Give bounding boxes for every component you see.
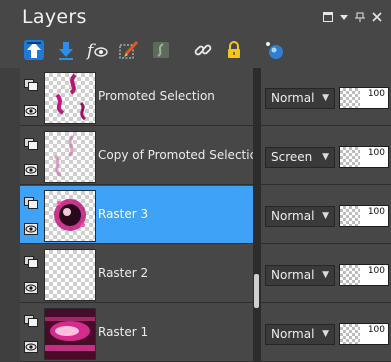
blend-mode-value: Screen bbox=[271, 150, 313, 164]
layer-thumbnail bbox=[44, 308, 96, 360]
edit-selection-icon[interactable] bbox=[116, 37, 142, 63]
layer-row[interactable]: Copy of Promoted Selectic bbox=[20, 127, 253, 185]
menu-dropdown-icon[interactable] bbox=[340, 12, 348, 25]
opacity-value: 100 bbox=[367, 89, 385, 99]
chevron-down-icon: ▼ bbox=[322, 93, 329, 103]
layer-group-icon[interactable] bbox=[24, 312, 38, 327]
visibility-eye-icon[interactable] bbox=[24, 161, 38, 176]
opacity-value: 100 bbox=[367, 266, 385, 276]
blend-mode-dropdown[interactable]: Normal ▼ bbox=[265, 206, 335, 227]
layer-thumbnail bbox=[44, 249, 96, 301]
layer-thumbnail bbox=[44, 190, 96, 242]
opacity-preview bbox=[340, 265, 360, 285]
pin-icon[interactable] bbox=[355, 12, 365, 25]
layer-name: Copy of Promoted Selectic bbox=[98, 148, 253, 162]
move-layer-down-icon[interactable] bbox=[53, 37, 79, 63]
layer-name: Raster 2 bbox=[98, 266, 149, 280]
blend-mode-dropdown[interactable]: Normal ▼ bbox=[265, 88, 335, 109]
layers-panel: Layers f Promoted Selection Copy of Prom… bbox=[0, 0, 391, 362]
opacity-slider[interactable]: 100 bbox=[339, 205, 389, 227]
layer-props-row: Screen ▼ 100 bbox=[261, 127, 391, 185]
panel-splitter[interactable] bbox=[253, 68, 261, 362]
opacity-slider[interactable]: 100 bbox=[339, 323, 389, 345]
layer-name: Raster 3 bbox=[98, 207, 149, 221]
blend-mode-value: Normal bbox=[271, 268, 315, 282]
chevron-down-icon: ▼ bbox=[322, 152, 329, 162]
layer-properties: Normal ▼ 100 Screen ▼ 100 Normal ▼ 100 Norm… bbox=[261, 68, 391, 362]
layer-props-row: Normal ▼ 100 bbox=[261, 186, 391, 244]
opacity-preview bbox=[340, 206, 360, 226]
layer-row-selected[interactable]: Raster 3 bbox=[20, 186, 253, 244]
layer-props-row: Normal ▼ 100 bbox=[261, 304, 391, 362]
link-icon[interactable] bbox=[190, 37, 216, 63]
layer-props-row: Normal ▼ 100 bbox=[261, 245, 391, 303]
panel-title: Layers bbox=[22, 6, 87, 28]
opacity-slider[interactable]: 100 bbox=[339, 264, 389, 286]
close-icon[interactable] bbox=[372, 12, 382, 25]
opacity-value: 100 bbox=[367, 207, 385, 217]
layer-group-icon[interactable] bbox=[24, 135, 38, 150]
lock-icon[interactable] bbox=[221, 37, 247, 63]
layer-row[interactable]: Raster 1 bbox=[20, 304, 253, 362]
layer-thumbnail bbox=[44, 72, 96, 124]
layer-row[interactable]: Promoted Selection bbox=[20, 68, 253, 126]
visibility-eye-icon[interactable] bbox=[24, 338, 38, 353]
layer-name: Promoted Selection bbox=[98, 89, 215, 103]
opacity-preview bbox=[340, 88, 360, 108]
opacity-value: 100 bbox=[367, 325, 385, 335]
maximize-icon[interactable] bbox=[323, 12, 333, 25]
opacity-slider[interactable]: 100 bbox=[339, 87, 389, 109]
layers-left-gutter bbox=[0, 68, 20, 362]
visibility-eye-icon[interactable] bbox=[24, 102, 38, 117]
layers-toolbar: f bbox=[0, 34, 391, 68]
layer-group-icon[interactable] bbox=[24, 253, 38, 268]
layer-group-icon[interactable] bbox=[24, 76, 38, 91]
layer-thumbnail bbox=[44, 131, 96, 183]
opacity-preview bbox=[340, 147, 360, 167]
layer-row[interactable]: Raster 2 bbox=[20, 245, 253, 303]
opacity-value: 100 bbox=[367, 148, 385, 158]
blend-mode-value: Normal bbox=[271, 91, 315, 105]
toggle-visibility-icon[interactable]: f bbox=[84, 37, 110, 63]
chevron-down-icon: ▼ bbox=[322, 329, 329, 339]
panel-titlebar: Layers bbox=[0, 0, 391, 34]
blend-mode-dropdown[interactable]: Normal ▼ bbox=[265, 265, 335, 286]
blend-mode-dropdown[interactable]: Normal ▼ bbox=[265, 324, 335, 345]
blend-mode-dropdown[interactable]: Screen ▼ bbox=[265, 147, 335, 168]
splitter-grip[interactable] bbox=[254, 274, 259, 308]
mask-icon[interactable] bbox=[148, 37, 174, 63]
view-layer-icon[interactable] bbox=[262, 37, 288, 63]
layer-name: Raster 1 bbox=[98, 325, 149, 339]
layer-group-icon[interactable] bbox=[24, 194, 38, 209]
visibility-eye-icon[interactable] bbox=[24, 220, 38, 235]
blend-mode-value: Normal bbox=[271, 327, 315, 341]
chevron-down-icon: ▼ bbox=[322, 211, 329, 221]
layer-props-row: Normal ▼ 100 bbox=[261, 68, 391, 126]
chevron-down-icon: ▼ bbox=[322, 270, 329, 280]
layer-list: Promoted Selection Copy of Promoted Sele… bbox=[20, 68, 253, 362]
opacity-preview bbox=[340, 324, 360, 344]
opacity-slider[interactable]: 100 bbox=[339, 146, 389, 168]
blend-mode-value: Normal bbox=[271, 209, 315, 223]
move-layer-up-icon[interactable] bbox=[21, 37, 47, 63]
visibility-eye-icon[interactable] bbox=[24, 279, 38, 294]
